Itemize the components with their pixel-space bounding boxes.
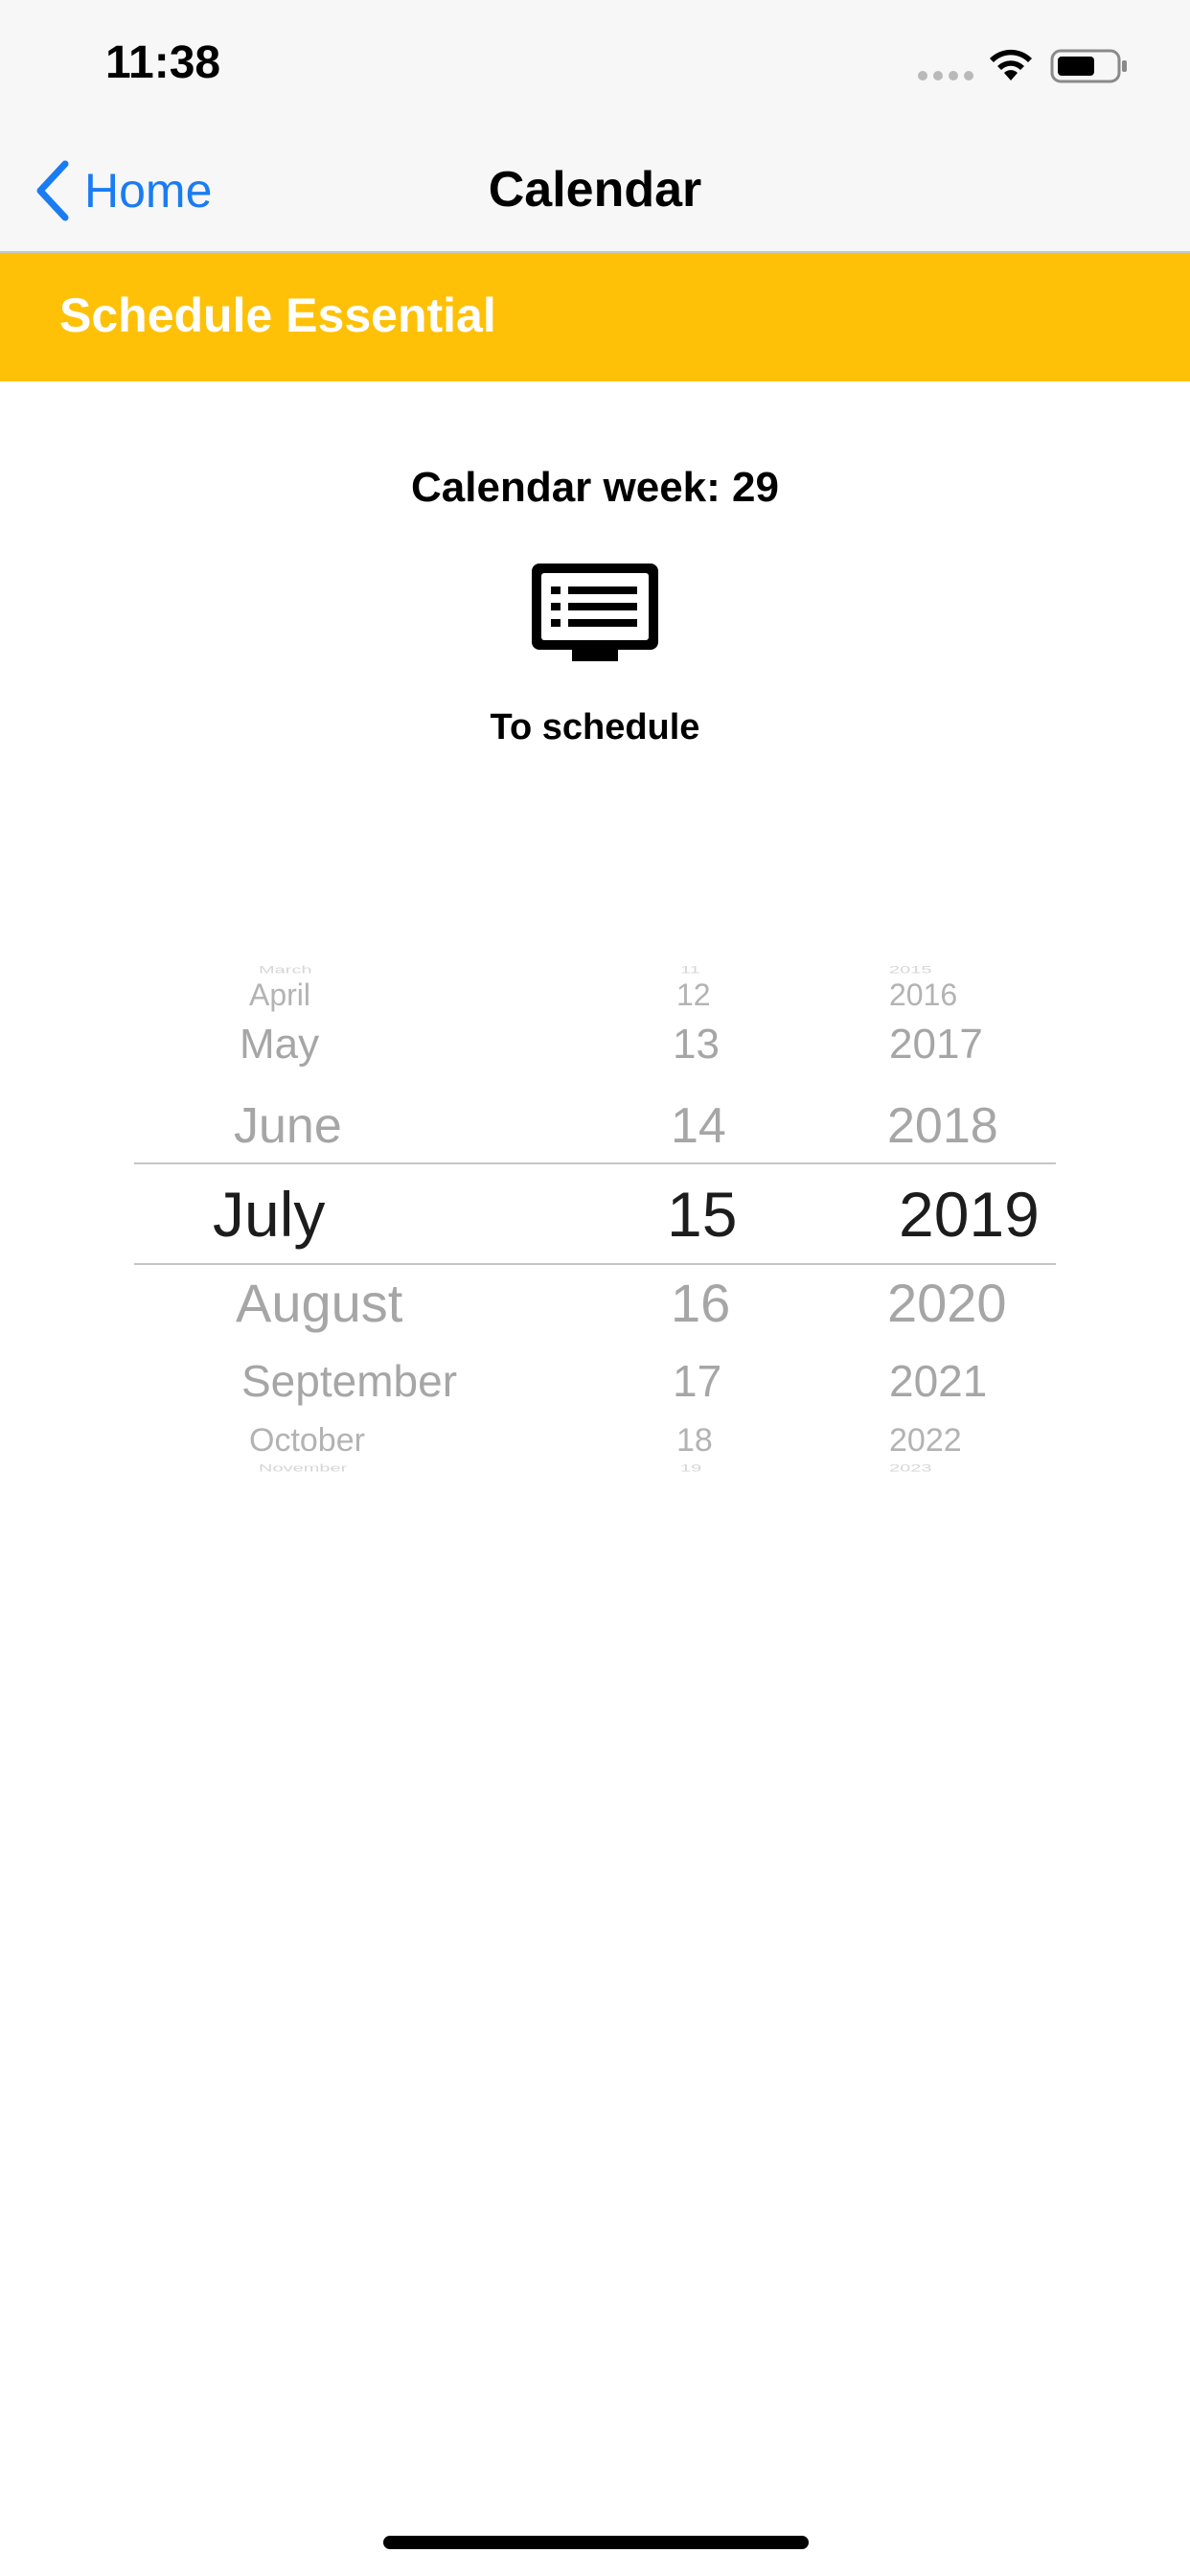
battery-icon (1050, 49, 1127, 83)
picker-day-option[interactable]: 13 (673, 1022, 720, 1068)
calendar-week-number: 29 (732, 464, 779, 511)
banner: Schedule Essential (0, 253, 1190, 381)
month-wheel[interactable]: March April May June July August September Octo… (134, 958, 537, 1474)
to-schedule-button-label[interactable]: To schedule (0, 707, 1190, 748)
picker-year-option[interactable]: 2015 (889, 963, 932, 976)
status-bar: 11:38 (0, 0, 1190, 126)
home-indicator (383, 2536, 809, 2549)
picker-year-option[interactable]: 2023 (889, 1461, 932, 1474)
picker-day-option[interactable]: 16 (671, 1275, 730, 1332)
picker-day-option[interactable]: 18 (676, 1422, 713, 1459)
page-title: Calendar (488, 162, 702, 218)
picker-year-option[interactable]: 2021 (889, 1357, 987, 1405)
picker-year-option[interactable]: 2020 (887, 1275, 1007, 1332)
picker-month-option[interactable]: June (234, 1099, 342, 1153)
year-wheel[interactable]: 2015 2016 2017 2018 2019 2020 2021 2022 2023 (776, 958, 1056, 1474)
picker-year-option[interactable]: 2017 (889, 1022, 983, 1068)
picker-month-option[interactable]: August (236, 1275, 402, 1332)
picker-day-option[interactable]: 15 (667, 1181, 737, 1248)
cellular-signal-icon (918, 71, 973, 80)
picker-day-option[interactable]: 11 (680, 963, 700, 976)
picker-month-option[interactable]: July (213, 1181, 325, 1248)
status-time: 11:38 (105, 37, 221, 88)
picker-year-option[interactable]: 2016 (889, 978, 957, 1012)
calendar-week-label: Calendar week: (411, 464, 721, 511)
navigation-bar: Home Calendar (0, 126, 1190, 253)
picker-day-option[interactable]: 14 (671, 1099, 726, 1153)
picker-month-option[interactable]: April (249, 978, 310, 1012)
picker-month-option[interactable]: October (249, 1422, 365, 1459)
picker-month-option[interactable]: September (241, 1357, 457, 1405)
banner-title: Schedule Essential (59, 288, 496, 342)
picker-year-option[interactable]: 2022 (889, 1422, 962, 1459)
picker-day-option[interactable]: 12 (676, 978, 711, 1012)
calendar-week: Calendar week: 29 (0, 464, 1190, 512)
picker-year-option[interactable]: 2018 (887, 1099, 998, 1153)
picker-month-option[interactable]: March (259, 963, 312, 976)
picker-month-option[interactable]: November (259, 1461, 347, 1474)
wifi-icon (990, 49, 1032, 80)
day-wheel[interactable]: 11 12 13 14 15 16 17 18 19 (575, 958, 767, 1474)
picker-month-option[interactable]: May (240, 1022, 319, 1068)
schedule-list-icon[interactable] (528, 560, 662, 667)
picker-year-option[interactable]: 2019 (899, 1181, 1040, 1248)
picker-day-option[interactable]: 19 (680, 1461, 701, 1474)
picker-day-option[interactable]: 17 (673, 1357, 721, 1405)
date-picker[interactable]: March April May June July August September Octo… (134, 958, 1056, 1474)
